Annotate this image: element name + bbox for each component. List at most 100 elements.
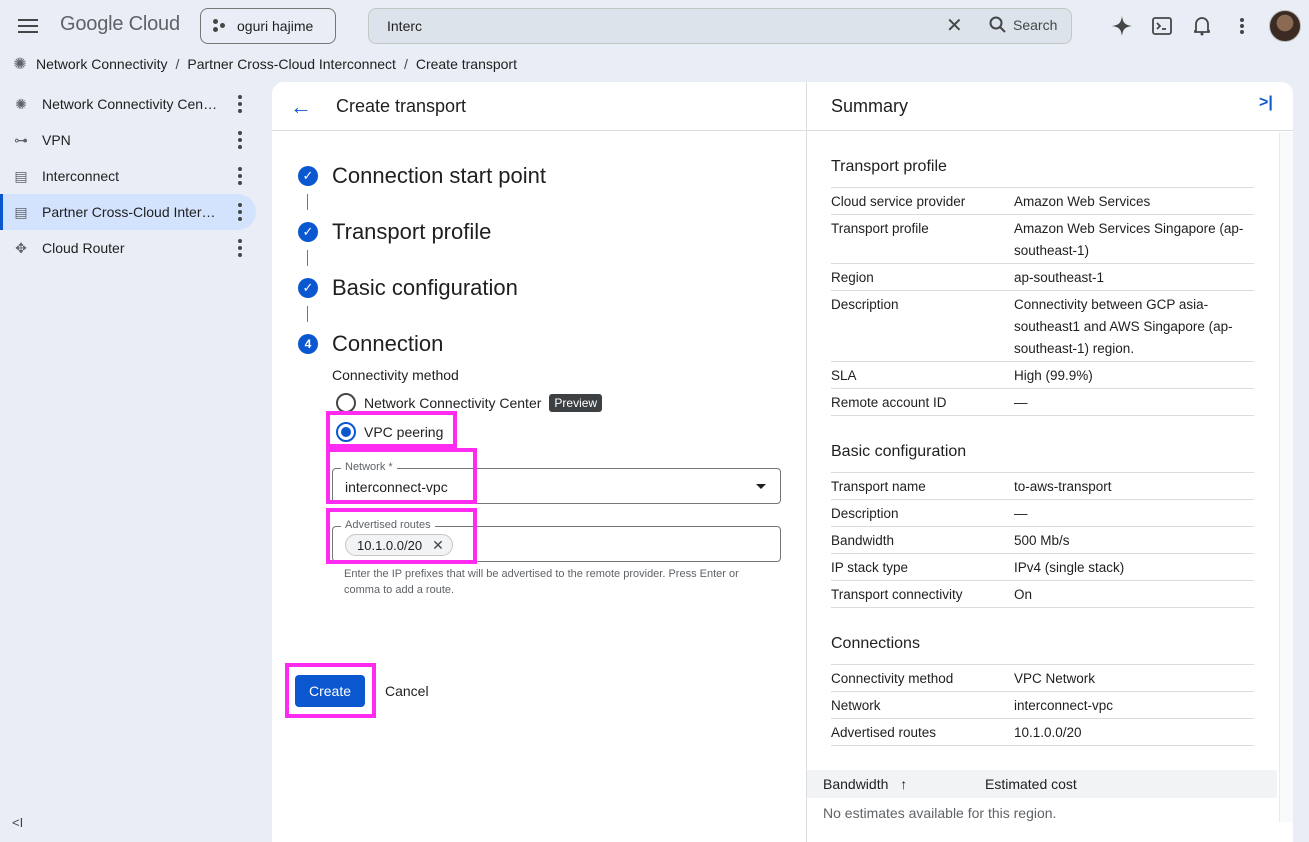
search-bar[interactable]: Interc ✕ Search xyxy=(368,8,1072,44)
summary-value: ap-southeast-1 xyxy=(1014,270,1105,285)
back-arrow-icon[interactable]: ← xyxy=(290,94,312,120)
chevron-down-icon[interactable] xyxy=(756,484,766,489)
more-options-icon[interactable] xyxy=(232,95,248,113)
network-value: interconnect-vpc xyxy=(345,479,448,495)
more-options-icon[interactable] xyxy=(232,131,248,149)
step-title: Transport profile xyxy=(332,219,492,244)
sidebar-item-interconnect[interactable]: ▤ Interconnect xyxy=(0,158,256,194)
remove-chip-icon[interactable]: ✕ xyxy=(432,537,444,554)
summary-row: Network interconnect-vpc xyxy=(831,691,1254,718)
collapse-panel-icon[interactable]: >| xyxy=(1259,94,1273,112)
radio-button[interactable] xyxy=(336,422,356,442)
step-title: Basic configuration xyxy=(332,275,518,300)
preview-badge: Preview xyxy=(549,394,603,412)
search-icon xyxy=(989,16,1006,33)
search-input[interactable]: Interc xyxy=(387,18,422,34)
project-picker[interactable]: oguri hajime xyxy=(200,8,336,44)
summary-value: Connectivity between GCP asia-southeast1… xyxy=(1014,297,1233,356)
notifications-icon[interactable] xyxy=(1190,12,1214,40)
connections-heading: Connections xyxy=(831,635,920,652)
sidebar-item-cloud-router[interactable]: ✥ Cloud Router xyxy=(0,230,256,266)
summary-value: On xyxy=(1014,587,1033,602)
column-label: Bandwidth xyxy=(823,776,889,792)
radio-vpc-peering[interactable]: VPC peering xyxy=(336,422,443,442)
network-select[interactable]: Network * interconnect-vpc xyxy=(332,461,781,504)
summary-value: High (99.9%) xyxy=(1014,368,1093,383)
breadcrumb-item-network-connectivity[interactable]: Network Connectivity xyxy=(36,56,168,72)
summary-key: Region xyxy=(831,270,874,285)
top-bar: Google Cloud oguri hajime Interc ✕ Searc… xyxy=(0,0,1309,52)
step-transport-profile[interactable]: ✓ Transport profile xyxy=(298,219,491,245)
create-transport-panel: ← Create transport ✓ Connection start po… xyxy=(272,82,806,842)
network-field-label: Network * xyxy=(341,461,397,473)
step-basic-configuration[interactable]: ✓ Basic configuration xyxy=(298,275,518,301)
clear-search-icon[interactable]: ✕ xyxy=(946,15,963,37)
project-icon xyxy=(213,19,227,33)
route-chip: 10.1.0.0/20 ✕ xyxy=(345,534,453,556)
cancel-button[interactable]: Cancel xyxy=(385,683,429,699)
search-button-label: Search xyxy=(1013,17,1058,33)
summary-row: Transport name to-aws-transport xyxy=(831,472,1254,499)
summary-key: Network xyxy=(831,698,881,713)
step-connection: 4 Connection xyxy=(298,331,443,357)
google-cloud-logo[interactable]: Google Cloud xyxy=(60,13,180,36)
estimated-cost-column-header[interactable]: Estimated cost xyxy=(985,776,1077,792)
step-connection-start-point[interactable]: ✓ Connection start point xyxy=(298,163,546,189)
summary-value: interconnect-vpc xyxy=(1014,698,1114,713)
avatar[interactable] xyxy=(1269,10,1301,42)
summary-row: Region ap-southeast-1 xyxy=(831,263,1254,290)
summary-key: SLA xyxy=(831,368,857,383)
more-options-icon[interactable] xyxy=(1230,12,1254,40)
arrow-up-icon: ↑ xyxy=(900,776,908,792)
summary-panel: Summary >| Transport profile Cloud servi… xyxy=(806,82,1293,842)
step-title: Connection start point xyxy=(332,163,547,188)
summary-row: Connectivity method VPC Network xyxy=(831,664,1254,691)
summary-row: Description — xyxy=(831,499,1254,526)
step-connector xyxy=(307,250,308,266)
main-menu-icon[interactable] xyxy=(14,14,42,38)
sidebar-item-label: Partner Cross-Cloud Interconnect xyxy=(42,204,218,220)
summary-row: Transport connectivity On xyxy=(831,580,1254,608)
interconnect-icon: ▤ xyxy=(14,203,28,220)
sidebar-item-vpn[interactable]: ⊶ VPN xyxy=(0,122,256,158)
sidebar-item-partner-cross-cloud-interconnect[interactable]: ▤ Partner Cross-Cloud Interconnect xyxy=(0,194,256,230)
search-button[interactable]: Search xyxy=(989,16,1057,34)
summary-value: VPC Network xyxy=(1014,671,1096,686)
more-options-icon[interactable] xyxy=(232,239,248,257)
routes-helper-text: Enter the IP prefixes that will be adver… xyxy=(344,568,739,596)
radio-button[interactable] xyxy=(336,393,356,413)
summary-value: — xyxy=(1014,395,1028,410)
summary-key: Transport profile xyxy=(831,221,929,236)
more-options-icon[interactable] xyxy=(232,167,248,185)
gemini-icon[interactable] xyxy=(1110,12,1134,40)
sidebar-item-label: Network Connectivity Center xyxy=(42,96,218,112)
summary-header: Summary >| xyxy=(807,82,1293,131)
sidebar-item-ncc[interactable]: ✺ Network Connectivity Center xyxy=(0,86,256,122)
transport-profile-heading: Transport profile xyxy=(831,158,947,175)
cloud-shell-icon[interactable] xyxy=(1150,12,1174,40)
radio-network-connectivity-center[interactable]: Network Connectivity Center Preview xyxy=(336,393,603,413)
summary-key: Remote account ID xyxy=(831,395,947,410)
breadcrumb: ✺ Network Connectivity / Partner Cross-C… xyxy=(10,54,517,74)
breadcrumb-item-create-transport: Create transport xyxy=(415,56,517,72)
scrollbar[interactable] xyxy=(1279,132,1293,822)
sidebar-item-label: VPN xyxy=(42,132,71,148)
more-options-icon[interactable] xyxy=(232,203,248,221)
collapse-sidebar-icon[interactable]: <I xyxy=(12,815,23,830)
summary-value: — xyxy=(1014,506,1028,521)
breadcrumb-separator: / xyxy=(403,56,408,72)
sidebar-item-label: Cloud Router xyxy=(42,240,125,256)
summary-key: Description xyxy=(831,297,899,312)
breadcrumb-item-partner-interconnect[interactable]: Partner Cross-Cloud Interconnect xyxy=(187,56,396,72)
create-button[interactable]: Create xyxy=(295,675,365,707)
router-icon: ✥ xyxy=(15,239,27,256)
summary-key: Advertised routes xyxy=(831,725,937,740)
advertised-routes-field[interactable]: Advertised routes 10.1.0.0/20 ✕ xyxy=(332,519,781,562)
advertised-routes-label: Advertised routes xyxy=(341,519,435,531)
summary-title: Summary xyxy=(831,96,909,116)
bandwidth-column-header[interactable]: Bandwidth ↑ xyxy=(823,776,907,792)
network-connectivity-icon: ✺ xyxy=(13,56,27,73)
sidebar: ✺ Network Connectivity Center ⊶ VPN ▤ In… xyxy=(0,86,270,266)
hub-icon: ✺ xyxy=(15,95,27,112)
panel-header: ← Create transport xyxy=(272,82,806,131)
